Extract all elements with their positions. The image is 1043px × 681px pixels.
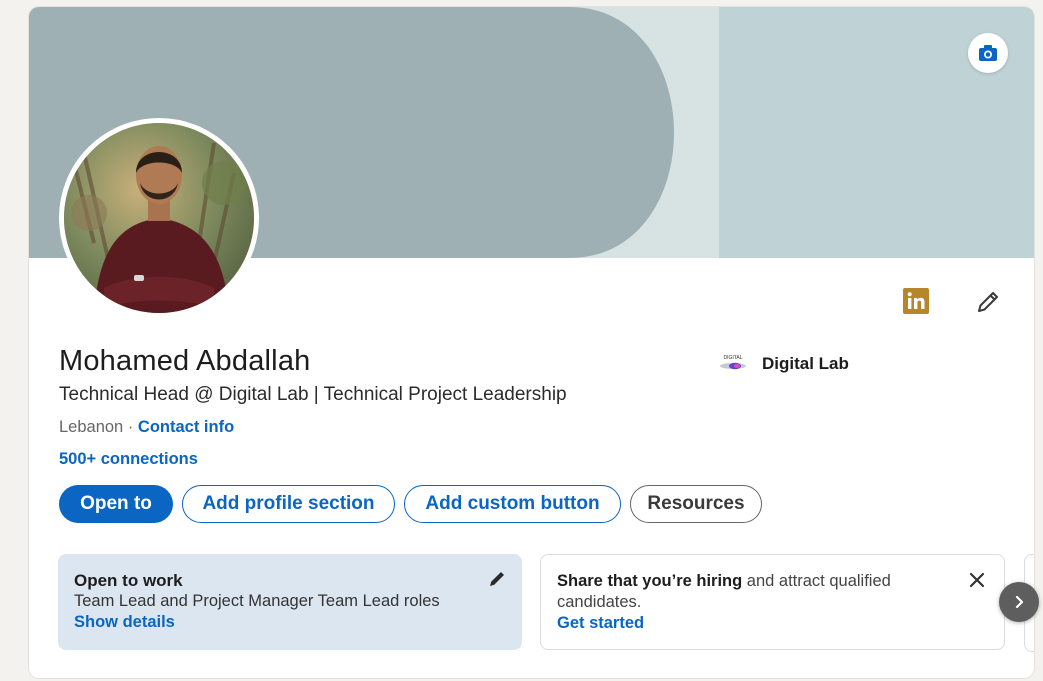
- hiring-text: Share that you’re hiring and attract qua…: [557, 571, 937, 613]
- open-to-work-card: Open to work Team Lead and Project Manag…: [58, 554, 522, 650]
- company-name: Digital Lab: [762, 354, 849, 373]
- hiring-card: Share that you’re hiring and attract qua…: [540, 554, 1005, 650]
- carousel-next-button[interactable]: [999, 582, 1039, 622]
- location-separator: ·: [123, 418, 138, 436]
- add-custom-button[interactable]: Add custom button: [404, 485, 621, 523]
- open-to-button[interactable]: Open to: [59, 485, 173, 523]
- open-to-work-title: Open to work: [74, 571, 183, 590]
- profile-headline: Technical Head @ Digital Lab | Technical…: [59, 384, 567, 405]
- pencil-icon[interactable]: [486, 568, 508, 590]
- add-profile-section-button[interactable]: Add profile section: [182, 485, 395, 523]
- location-line: Lebanon · Contact info: [59, 418, 234, 437]
- chevron-right-icon: [1015, 595, 1024, 609]
- get-started-link[interactable]: Get started: [557, 613, 988, 634]
- profile-photo[interactable]: [59, 118, 259, 318]
- current-company[interactable]: DIGITAL Digital Lab: [716, 352, 849, 376]
- edit-banner-button[interactable]: [968, 33, 1008, 73]
- company-logo-text: DIGITAL: [723, 355, 742, 361]
- linkedin-badge-icon[interactable]: [903, 288, 929, 314]
- company-logo: DIGITAL: [720, 355, 746, 370]
- profile-name: Mohamed Abdallah: [59, 345, 311, 377]
- location-text: Lebanon: [59, 418, 124, 436]
- camera-icon: [979, 45, 997, 61]
- open-to-work-roles: Team Lead and Project Manager Team Lead …: [74, 592, 440, 610]
- pencil-icon[interactable]: [974, 288, 1002, 316]
- close-icon[interactable]: [966, 569, 988, 591]
- hiring-headline: Share that you’re hiring: [557, 572, 743, 590]
- resources-button[interactable]: Resources: [630, 485, 762, 523]
- connections-link[interactable]: 500+ connections: [59, 450, 198, 469]
- profile-card: Mohamed Abdallah Technical Head @ Digita…: [29, 7, 1034, 678]
- show-details-link[interactable]: Show details: [74, 612, 506, 633]
- contact-info-link[interactable]: Contact info: [138, 418, 234, 436]
